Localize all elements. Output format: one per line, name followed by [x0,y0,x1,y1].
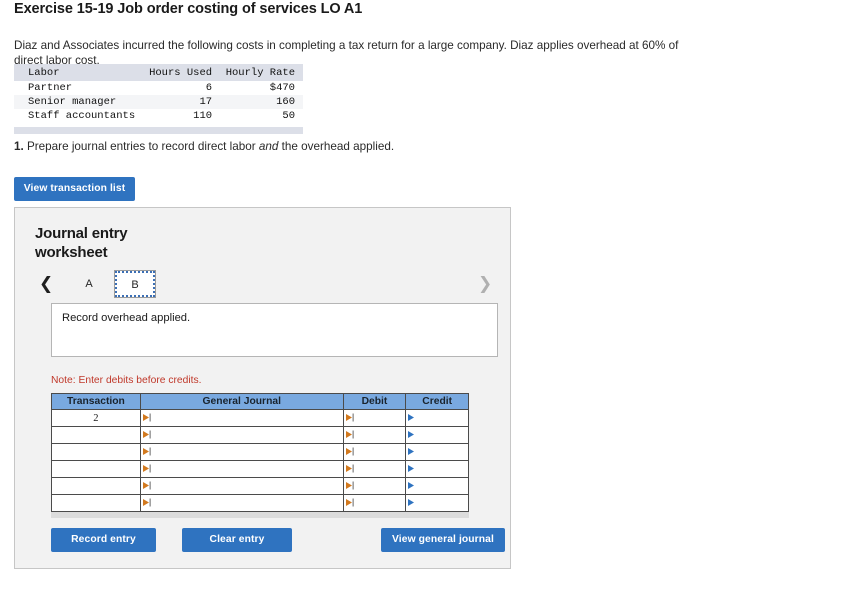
general-journal-table: Transaction General Journal Debit Credit… [51,393,469,512]
journal-table-footer-band [51,512,469,518]
clear-entry-button[interactable]: Clear entry [182,528,292,552]
cost-cell-hours: 6 [205,82,213,94]
journal-cell-transaction[interactable] [51,460,141,478]
table-row [51,477,469,495]
journal-cell-account[interactable] [139,409,344,427]
dropdown-caret-orange-icon [345,498,356,507]
cost-table-header-row: Labor Hours Used Hourly Rate [14,64,303,81]
dropdown-caret-orange-icon [142,498,153,507]
journal-cell-credit[interactable] [405,460,469,478]
cost-cell-rate: 50 [282,110,295,122]
table-row [51,460,469,478]
view-transaction-list-button[interactable]: View transaction list [14,177,135,201]
dropdown-caret-orange-icon [345,481,356,490]
journal-header-transaction: Transaction [51,393,141,410]
tab-a[interactable]: A [70,270,108,298]
table-row: Staff accountants 110 50 [14,109,303,123]
dropdown-caret-blue-icon [408,413,418,422]
journal-cell-account[interactable] [139,477,344,495]
dropdown-caret-orange-icon [345,430,356,439]
requirement-text-before: Prepare journal entries to record direct… [23,140,259,153]
cost-cell-labor: Staff accountants [28,110,136,122]
dropdown-caret-orange-icon [345,447,356,456]
chevron-left-icon[interactable]: ❮ [39,271,53,297]
dropdown-caret-orange-icon [142,447,153,456]
journal-header-row: Transaction General Journal Debit Credit [51,393,469,410]
journal-cell-debit[interactable] [342,443,407,461]
dropdown-caret-orange-icon [142,430,153,439]
cost-cell-rate: $470 [269,82,295,94]
cost-cell-labor: Senior manager [28,96,117,108]
table-row [51,426,469,444]
journal-header-debit: Debit [342,393,407,410]
chevron-right-icon[interactable]: ❯ [478,271,492,297]
journal-cell-debit[interactable] [342,426,407,444]
cost-cell-labor: Partner [28,82,73,94]
journal-entry-worksheet-panel: Journal entry worksheet ❮ A B ❯ Record o… [14,207,511,569]
cost-cell-rate: 160 [276,96,295,108]
table-row [51,494,469,512]
journal-cell-debit[interactable] [342,409,407,427]
cost-header-hours-used: Hours Used [143,64,221,81]
general-journal-table-container: Transaction General Journal Debit Credit… [51,393,469,518]
journal-cell-transaction[interactable] [51,443,141,461]
worksheet-tabs-row: ❮ A B ❯ [15,269,512,301]
requirement-emphasis: and [258,140,279,153]
requirement-text-after: the overhead applied. [278,140,395,153]
table-row [51,443,469,461]
dropdown-caret-orange-icon [345,464,356,473]
cost-data-table: Labor Hours Used Hourly Rate Partner 6 $… [14,64,303,123]
dropdown-caret-orange-icon [142,464,153,473]
cost-cell-hours: 110 [193,110,213,122]
requirement-number: 1. [14,140,24,153]
dropdown-caret-blue-icon [408,447,418,456]
dropdown-caret-orange-icon [142,413,153,422]
journal-cell-transaction[interactable] [51,426,141,444]
journal-cell-account[interactable] [139,460,344,478]
journal-cell-transaction[interactable] [51,477,141,495]
table-row: Partner 6 $470 [14,81,303,95]
cost-header-hourly-rate: Hourly Rate [220,64,303,81]
view-general-journal-button[interactable]: View general journal [381,528,505,552]
cost-table-footer-band [14,127,303,134]
worksheet-title: Journal entry worksheet [35,225,128,261]
page-title: Exercise 15-19 Job order costing of serv… [14,1,363,17]
journal-cell-credit[interactable] [405,477,469,495]
journal-cell-debit[interactable] [342,477,407,495]
dropdown-caret-blue-icon [408,464,418,473]
journal-cell-account[interactable] [139,443,344,461]
journal-cell-transaction[interactable]: 2 [51,409,141,427]
requirement-line: 1. Prepare journal entries to record dir… [14,140,394,153]
journal-cell-credit[interactable] [405,409,469,427]
journal-cell-account[interactable] [139,494,344,512]
journal-cell-credit[interactable] [405,443,469,461]
journal-cell-credit[interactable] [405,426,469,444]
journal-cell-debit[interactable] [342,494,407,512]
record-entry-button[interactable]: Record entry [51,528,156,552]
journal-header-general-journal: General Journal [139,393,344,410]
dropdown-caret-orange-icon [142,481,153,490]
dropdown-caret-blue-icon [408,498,418,507]
dropdown-caret-orange-icon [345,413,356,422]
journal-cell-credit[interactable] [405,494,469,512]
dropdown-caret-blue-icon [408,430,418,439]
cost-cell-hours: 17 [199,96,213,108]
table-row: 2 [51,409,469,427]
journal-cell-debit[interactable] [342,460,407,478]
tab-b[interactable]: B [114,270,156,298]
cost-header-labor: Labor [14,64,144,81]
dropdown-caret-blue-icon [408,481,418,490]
journal-cell-transaction[interactable] [51,494,141,512]
journal-header-credit: Credit [405,393,469,410]
debits-before-credits-note: Note: Enter debits before credits. [51,375,202,386]
journal-cell-account[interactable] [139,426,344,444]
entry-description-box: Record overhead applied. [51,303,498,357]
cost-data-table-container: Labor Hours Used Hourly Rate Partner 6 $… [14,64,303,134]
table-row: Senior manager 17 160 [14,95,303,109]
